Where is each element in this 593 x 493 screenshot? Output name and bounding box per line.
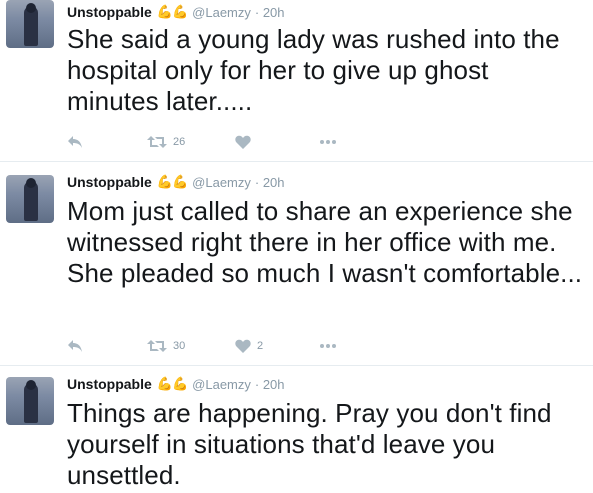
tweet-text: She said a young lady was rushed into th…: [67, 24, 560, 116]
avatar[interactable]: [6, 377, 54, 425]
user-handle[interactable]: @Laemzy: [192, 5, 251, 20]
retweet-button[interactable]: 30: [147, 337, 185, 355]
timestamp[interactable]: · 20h: [255, 175, 285, 190]
like-button[interactable]: 2: [235, 337, 263, 355]
reply-button[interactable]: [67, 133, 83, 151]
more-button[interactable]: [319, 337, 337, 355]
reply-icon: [68, 136, 82, 148]
user-handle[interactable]: @Laemzy: [192, 377, 251, 392]
retweet-count: 30: [173, 340, 186, 352]
tweet-header: Unstoppable 💪💪 @Laemzy · 20h: [67, 2, 285, 22]
avatar[interactable]: [6, 0, 54, 48]
tweet-actions: 26: [67, 133, 367, 151]
more-dots-icon: [320, 344, 336, 348]
timestamp[interactable]: · 20h: [255, 5, 285, 20]
tweet-actions: 30 2: [67, 337, 367, 355]
tweet-header: Unstoppable 💪💪 @Laemzy · 20h: [67, 172, 285, 192]
flexed-biceps-emoji: 💪💪: [156, 376, 188, 391]
user-name[interactable]: Unstoppable: [67, 174, 152, 190]
tweet-text: Mom just called to share an experience s…: [67, 196, 583, 288]
like-button[interactable]: [235, 133, 257, 151]
user-handle[interactable]: @Laemzy: [192, 175, 251, 190]
retweet-count: 26: [173, 136, 186, 148]
like-count: 2: [257, 340, 264, 352]
reply-button[interactable]: [67, 337, 83, 355]
more-button[interactable]: [319, 133, 337, 151]
retweet-button[interactable]: 26: [147, 133, 185, 151]
retweet-icon: [147, 340, 167, 352]
flexed-biceps-emoji: 💪💪: [156, 174, 188, 189]
tweet-divider: [0, 365, 593, 366]
tweet-text: Things are happening. Pray you don't fin…: [67, 398, 552, 490]
retweet-icon: [147, 136, 167, 148]
more-dots-icon: [320, 140, 336, 144]
avatar[interactable]: [6, 175, 54, 223]
flexed-biceps-emoji: 💪💪: [156, 4, 188, 19]
timestamp[interactable]: · 20h: [255, 377, 285, 392]
tweet-divider: [0, 161, 593, 162]
tweet-header: Unstoppable 💪💪 @Laemzy · 20h: [67, 374, 285, 394]
heart-icon: [235, 135, 251, 149]
heart-icon: [235, 339, 251, 353]
reply-icon: [68, 340, 82, 352]
user-name[interactable]: Unstoppable: [67, 376, 152, 392]
user-name[interactable]: Unstoppable: [67, 4, 152, 20]
